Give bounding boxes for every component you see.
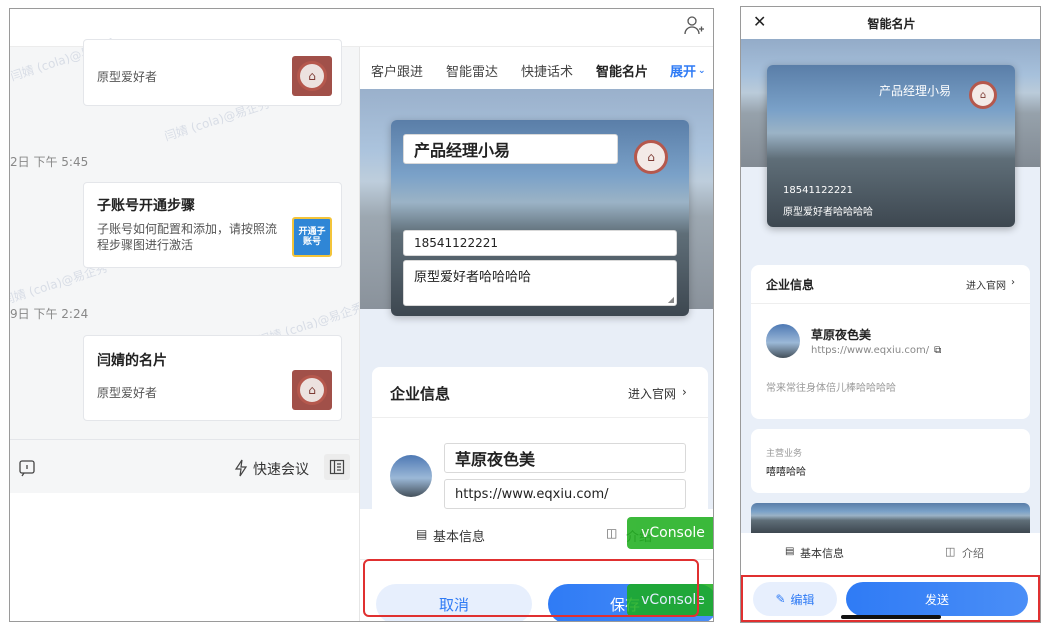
company-name-value: 草原夜色美 bbox=[455, 450, 536, 469]
external-link-icon: ⧉ bbox=[934, 345, 942, 356]
card-thumbnail: ⌂ bbox=[292, 370, 332, 410]
company-logo bbox=[390, 455, 432, 497]
website-link[interactable]: 进入官网 › bbox=[628, 385, 687, 402]
tab-intro[interactable]: 介绍 bbox=[962, 545, 984, 561]
seal-logo-icon: ⌂ bbox=[297, 375, 327, 405]
bio-textarea-value: 原型爱好者哈哈哈哈 bbox=[414, 270, 532, 285]
highlight-box bbox=[741, 575, 1040, 622]
bag-icon: ◫ bbox=[606, 526, 618, 540]
card-title: 闫婧的名片 bbox=[97, 353, 167, 369]
divider bbox=[751, 303, 1030, 304]
tab-quick-scripts[interactable]: 快捷话术 bbox=[521, 61, 573, 80]
phone-input[interactable]: 18541122221 bbox=[403, 230, 677, 256]
quick-meeting-button[interactable]: 快速会议 bbox=[253, 459, 309, 479]
business-section: 主营业务 嘻嘻哈哈 bbox=[751, 429, 1030, 493]
document-icon: ▤ bbox=[785, 546, 795, 557]
bio-textarea[interactable]: 原型爱好者哈哈哈哈 ◢ bbox=[403, 260, 677, 306]
lightning-icon bbox=[233, 459, 249, 477]
card-subtitle: 原型爱好者 bbox=[97, 386, 158, 400]
card-thumbnail: 开通子账号 bbox=[292, 217, 332, 257]
business-label: 主营业务 bbox=[766, 449, 803, 459]
expand-button[interactable]: 展开 ⌄ bbox=[670, 61, 706, 80]
company-logo bbox=[766, 324, 800, 358]
resize-handle-icon[interactable]: ◢ bbox=[668, 295, 674, 304]
message-card[interactable]: 原型爱好者 ⌂ bbox=[83, 39, 342, 106]
card-subtitle: 原型爱好者 bbox=[97, 70, 158, 84]
chat-input-area[interactable] bbox=[10, 493, 359, 621]
tab-bar: 客户跟进 智能雷达 快捷话术 智能名片 展开 ⌄ bbox=[360, 47, 713, 89]
left-window: 闫婧 (cola)@易企秀 闫婧 (cola)@易企秀 闫婧 (cola)@易企… bbox=[9, 8, 714, 622]
company-name-input[interactable]: 草原夜色美 bbox=[444, 443, 686, 473]
page-title: 智能名片 bbox=[867, 17, 916, 31]
side-panel: 客户跟进 智能雷达 快捷话术 智能名片 展开 ⌄ 产品经理小易 ⌂ 185411… bbox=[359, 47, 713, 621]
business-value: 嘻嘻哈哈 bbox=[766, 467, 806, 478]
website-link[interactable]: 进入官网 › bbox=[966, 277, 1015, 292]
chat-toolbar bbox=[10, 439, 359, 440]
company-url-value: https://www.eqxiu.com/ bbox=[455, 486, 609, 502]
document-icon: ▤ bbox=[416, 527, 428, 541]
card-thumbnail: ⌂ bbox=[292, 56, 332, 96]
company-url-input[interactable]: https://www.eqxiu.com/ bbox=[444, 479, 686, 509]
name-input-value: 产品经理小易 bbox=[414, 141, 511, 160]
tab-smart-radar[interactable]: 智能雷达 bbox=[446, 61, 498, 80]
bottom-tabs: ▤ 基本信息 ◫ 介绍 bbox=[741, 533, 1040, 575]
enterprise-section: 企业信息 进入官网 › 草原夜色美 https://www.eqxiu.com/… bbox=[751, 265, 1030, 419]
card-editor-area: 产品经理小易 ⌂ 18541122221 原型爱好者哈哈哈哈 ◢ 企业信息 进入… bbox=[360, 89, 713, 509]
tab-customer-follow[interactable]: 客户跟进 bbox=[371, 61, 423, 80]
chevron-right-icon: › bbox=[682, 385, 687, 399]
seal-logo-icon: ⌂ bbox=[297, 61, 327, 91]
highlight-box bbox=[363, 559, 699, 617]
timestamp: 2日 下午 5:45 bbox=[10, 155, 89, 169]
feedback-icon[interactable] bbox=[18, 459, 36, 477]
sidebar-toggle-icon[interactable] bbox=[324, 454, 350, 480]
phone-input-value: 18541122221 bbox=[414, 236, 498, 250]
vconsole-button[interactable]: vConsole bbox=[627, 517, 713, 549]
tab-basic-info[interactable]: 基本信息 bbox=[800, 545, 844, 561]
website-link-label: 进入官网 bbox=[966, 281, 1006, 292]
name-input[interactable]: 产品经理小易 bbox=[403, 134, 618, 164]
card-phone: 18541122221 bbox=[783, 185, 853, 196]
card-bio: 原型爱好者哈哈哈哈 bbox=[783, 207, 873, 218]
expand-label: 展开 bbox=[670, 65, 697, 80]
enterprise-section: 企业信息 进入官网 › 草原夜色美 https://www.eqxiu.com/ bbox=[372, 367, 708, 509]
card-title: 子账号开通步骤 bbox=[97, 198, 195, 214]
company-name: 草原夜色美 bbox=[811, 328, 872, 342]
divider bbox=[372, 417, 708, 418]
header-bar: ✕ 智能名片 bbox=[741, 7, 1040, 39]
avatar: ⌂ bbox=[969, 81, 997, 109]
company-url[interactable]: https://www.eqxiu.com/ ⧉ bbox=[811, 345, 941, 356]
message-card[interactable]: 子账号开通步骤 子账号如何配置和添加，请按照流程步骤图进行激活 开通子账号 bbox=[83, 182, 342, 268]
chevron-right-icon: › bbox=[1011, 277, 1015, 288]
card-preview: 产品经理小易 ⌂ 18541122221 原型爱好者哈哈哈哈 bbox=[767, 65, 1015, 227]
thumbnail-text: 开通子账号 bbox=[298, 227, 326, 247]
message-card[interactable]: 闫婧的名片 原型爱好者 ⌂ bbox=[83, 335, 342, 421]
right-phone-window: ✕ 智能名片 产品经理小易 ⌂ 18541122221 原型爱好者哈哈哈哈 企业… bbox=[740, 6, 1041, 623]
avatar: ⌂ bbox=[634, 140, 668, 174]
company-url-text: https://www.eqxiu.com/ bbox=[811, 345, 930, 356]
timestamp: 9日 下午 2:24 bbox=[10, 307, 89, 321]
card-preview: 产品经理小易 ⌂ 18541122221 原型爱好者哈哈哈哈 ◢ bbox=[391, 120, 689, 316]
chat-panel: 闫婧 (cola)@易企秀 闫婧 (cola)@易企秀 闫婧 (cola)@易企… bbox=[10, 36, 365, 621]
card-name: 产品经理小易 bbox=[879, 84, 952, 98]
add-contact-icon[interactable] bbox=[683, 15, 705, 37]
card-description: 子账号如何配置和添加，请按照流程步骤图进行激活 bbox=[97, 222, 278, 252]
tab-basic-info[interactable]: 基本信息 bbox=[433, 526, 485, 545]
website-link-label: 进入官网 bbox=[628, 387, 677, 401]
company-description: 常来常往身体倍儿棒哈哈哈哈 bbox=[766, 383, 896, 394]
tab-smart-card[interactable]: 智能名片 bbox=[596, 61, 648, 80]
bag-icon: ◫ bbox=[945, 545, 956, 558]
section-title: 企业信息 bbox=[766, 278, 815, 292]
section-title: 企业信息 bbox=[390, 385, 451, 403]
chevron-down-icon: ⌄ bbox=[698, 65, 706, 76]
banner-image bbox=[751, 503, 1030, 533]
